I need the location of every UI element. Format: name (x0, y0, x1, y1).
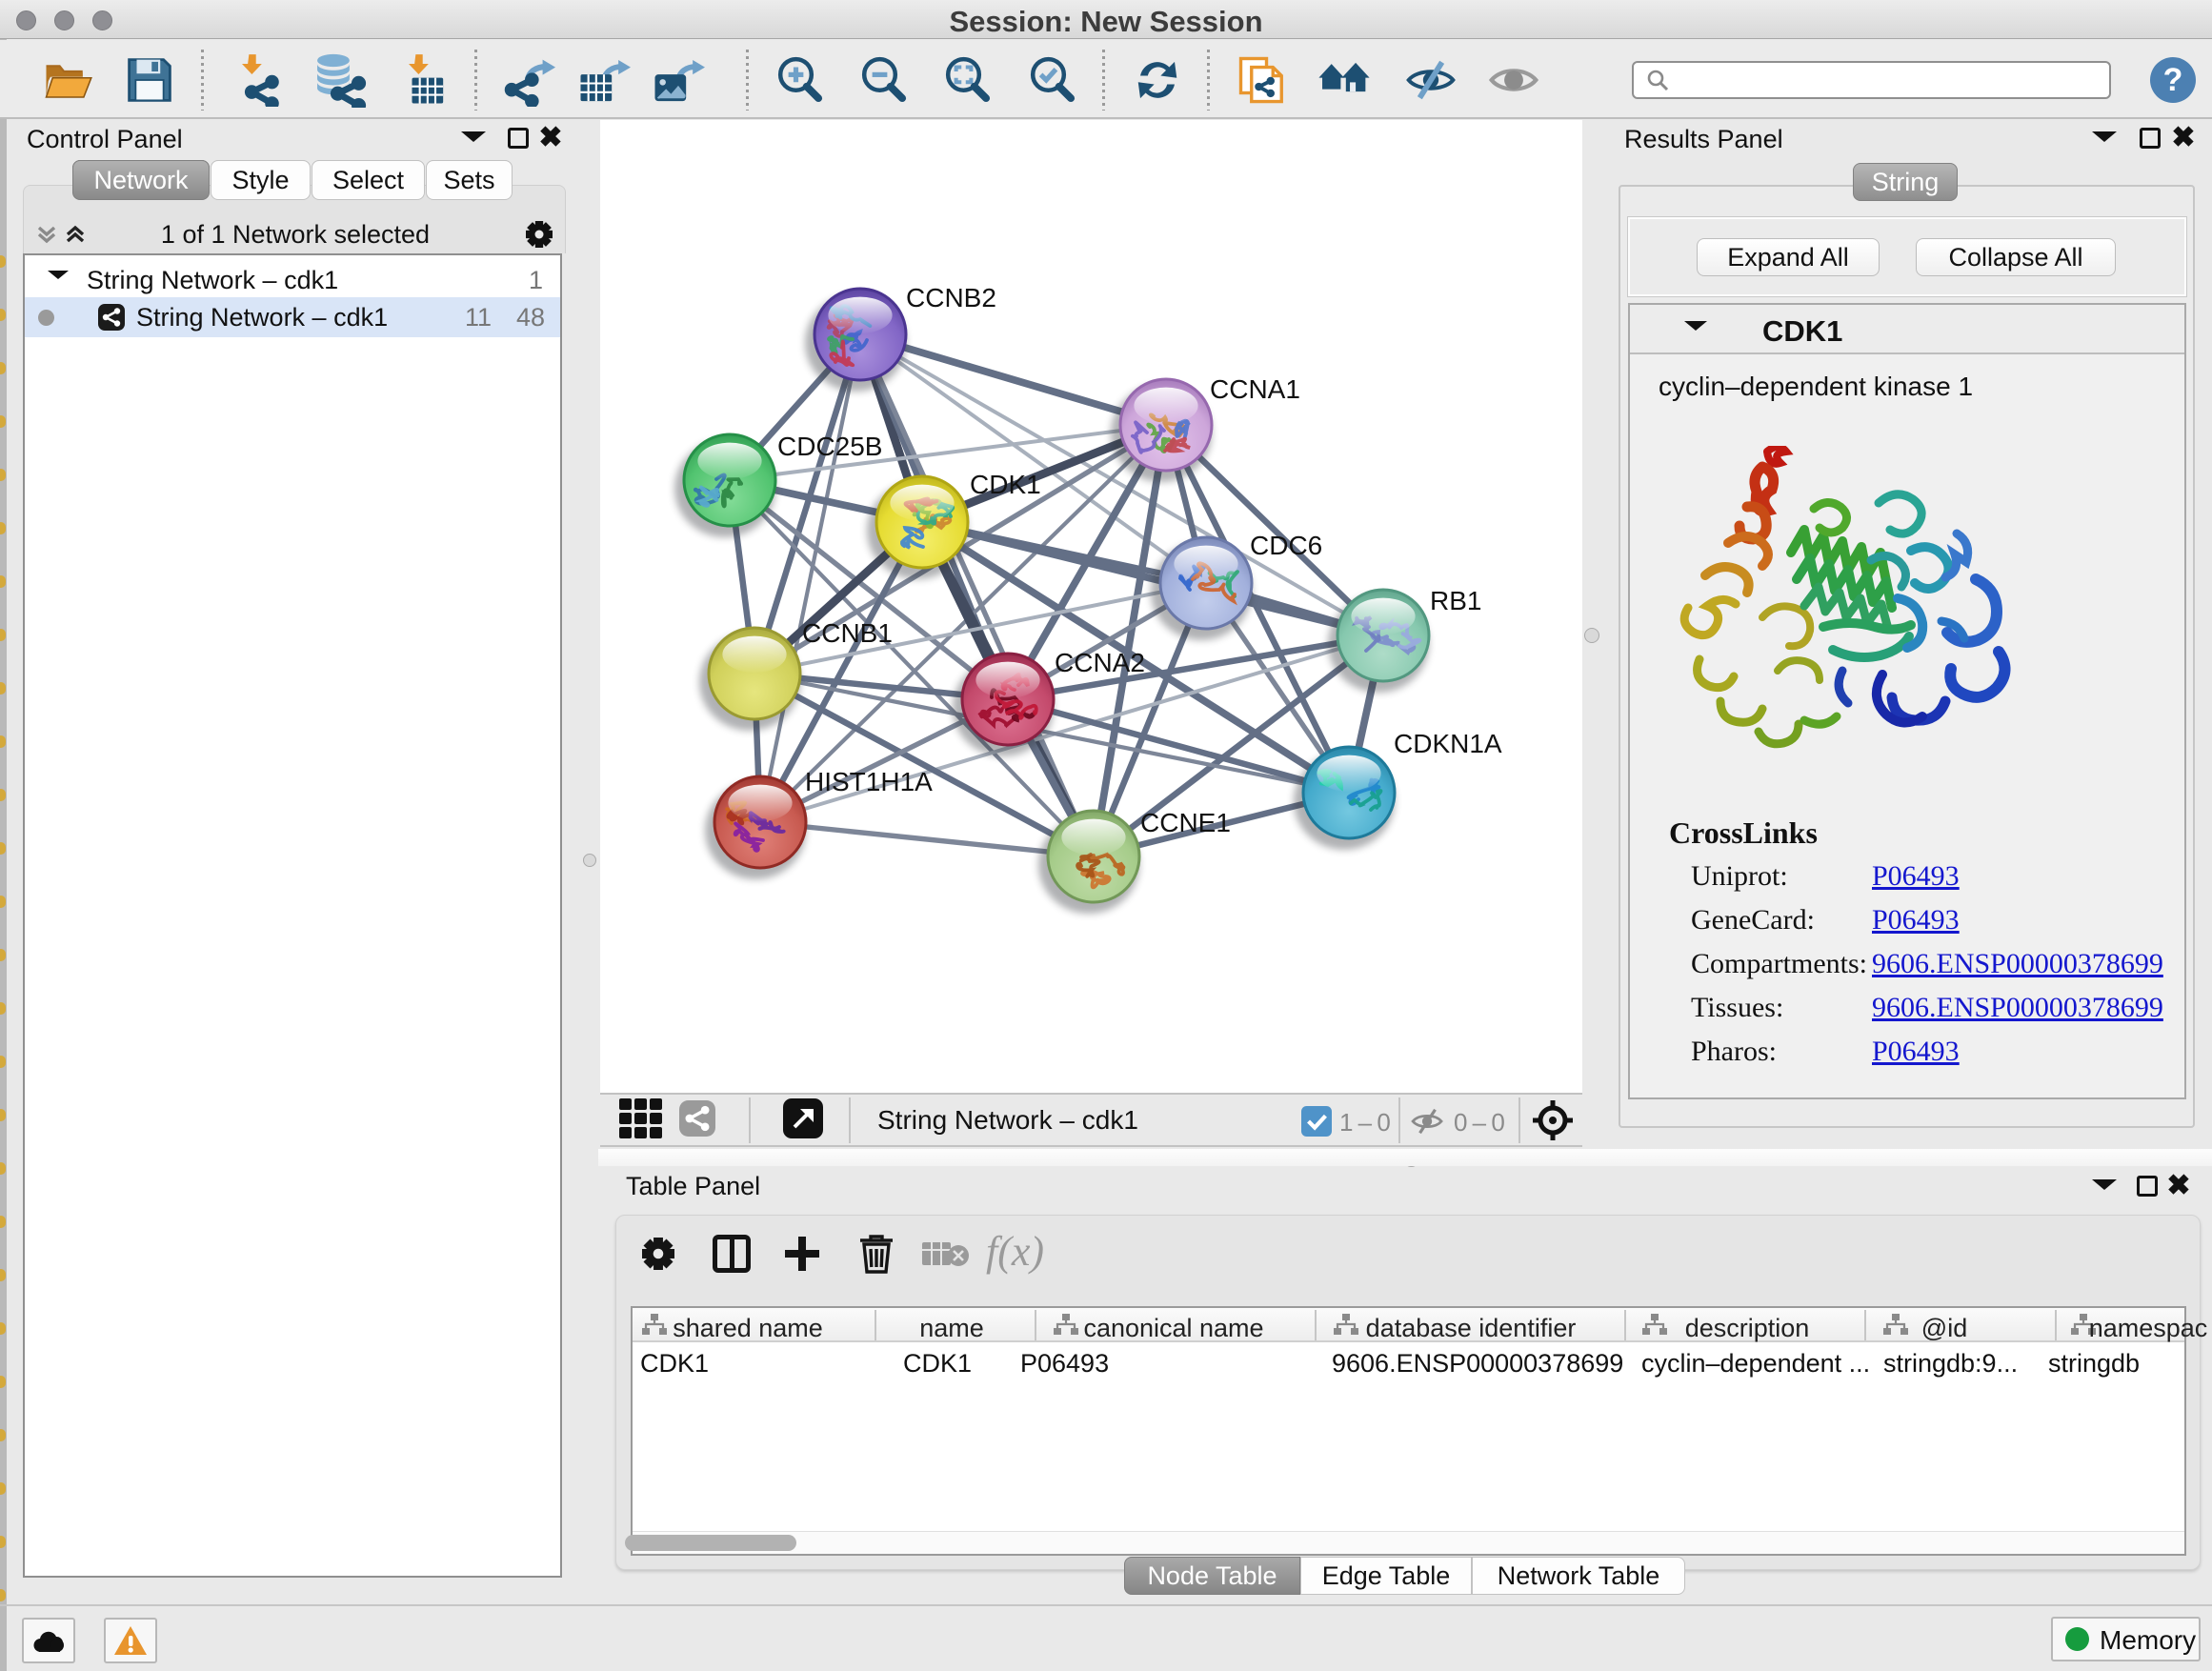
svg-text:CDKN1A: CDKN1A (1394, 729, 1502, 758)
svg-text:CCNB1: CCNB1 (802, 618, 893, 648)
svg-text:CCNA1: CCNA1 (1210, 374, 1300, 404)
svg-text:RB1: RB1 (1430, 586, 1481, 615)
svg-text:CDC25B: CDC25B (777, 432, 882, 461)
svg-text:CDC6: CDC6 (1250, 531, 1322, 560)
svg-text:CCNE1: CCNE1 (1140, 808, 1231, 837)
svg-text:CDK1: CDK1 (970, 470, 1041, 499)
svg-text:CCNB2: CCNB2 (906, 283, 996, 312)
svg-text:CCNA2: CCNA2 (1055, 648, 1145, 677)
svg-text:HIST1H1A: HIST1H1A (805, 767, 933, 796)
